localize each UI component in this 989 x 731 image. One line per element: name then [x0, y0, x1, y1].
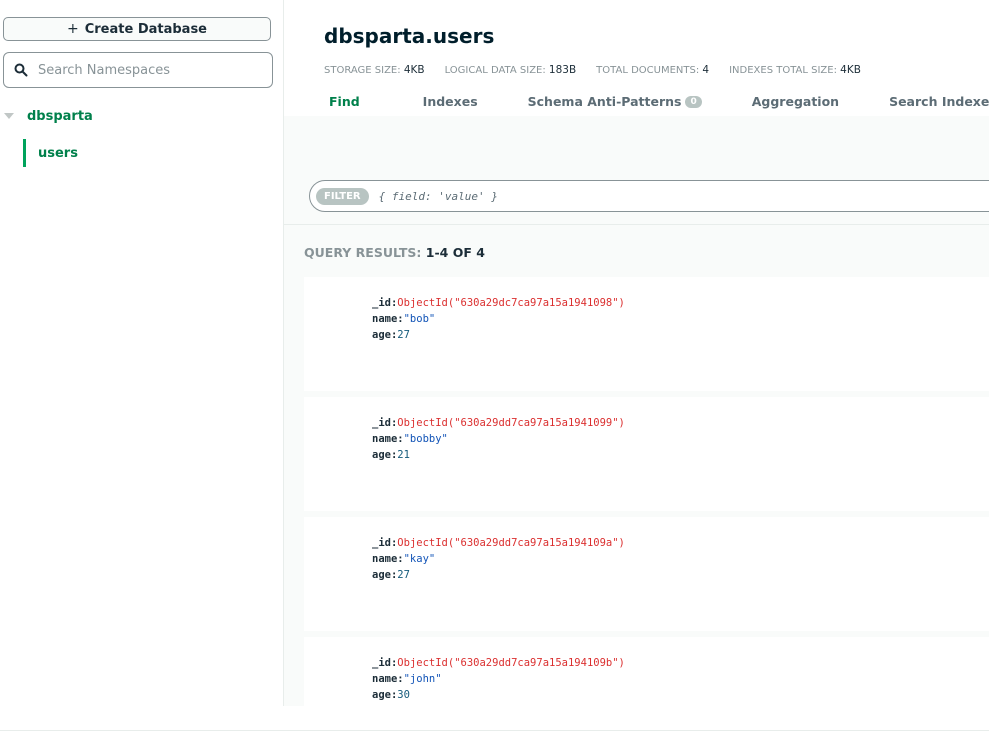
collection-name: users: [38, 145, 78, 161]
field-key: _id:: [372, 417, 398, 429]
tab-find[interactable]: Find: [329, 94, 360, 109]
create-database-label: Create Database: [84, 21, 207, 37]
search-namespaces-input[interactable]: [36, 61, 260, 79]
string-value: "bobby": [403, 433, 448, 445]
number-value: 27: [397, 569, 410, 581]
sidebar-item-dbsparta[interactable]: dbsparta: [0, 106, 283, 126]
tab-label: Search Indexes: [889, 94, 989, 109]
caret-down-icon[interactable]: [4, 113, 14, 119]
create-database-button[interactable]: + Create Database: [3, 17, 271, 41]
query-results-label: QUERY RESULTS: 1-4 OF 4: [304, 245, 485, 260]
stat-value: 4: [702, 64, 710, 76]
stat-total-documents: TOTAL DOCUMENTS: 4: [596, 64, 709, 76]
document-card[interactable]: _id:ObjectId("630a29dd7ca97a15a194109a")…: [304, 517, 989, 631]
stat-label: STORAGE SIZE:: [324, 65, 401, 76]
string-value: "john": [403, 673, 442, 685]
objectid-value: ObjectId("630a29dd7ca97a15a194109a"): [397, 537, 625, 549]
collection-stats: STORAGE SIZE: 4KB LOGICAL DATA SIZE: 183…: [324, 64, 881, 76]
tab-schema-anti-patterns[interactable]: Schema Anti-Patterns 0: [528, 94, 702, 109]
field-key: age:: [372, 569, 398, 581]
field-key: age:: [372, 449, 398, 461]
field-key: name:: [372, 673, 404, 685]
field-key: _id:: [372, 537, 398, 549]
number-value: 30: [397, 689, 410, 701]
field-key: _id:: [372, 657, 398, 669]
stat-label: TOTAL DOCUMENTS:: [596, 65, 700, 76]
results-title: QUERY RESULTS:: [304, 245, 422, 260]
tab-search-indexes[interactable]: Search Indexes: [889, 94, 989, 109]
divider: [284, 224, 989, 225]
stat-storage-size: STORAGE SIZE: 4KB: [324, 64, 425, 76]
document-card[interactable]: _id:ObjectId("630a29dc7ca97a15a1941098")…: [304, 277, 989, 391]
field-key: name:: [372, 553, 404, 565]
database-name: dbsparta: [27, 108, 93, 124]
sidebar-item-users[interactable]: users: [23, 139, 286, 167]
stat-indexes-total-size: INDEXES TOTAL SIZE: 4KB: [729, 64, 861, 76]
search-icon: [14, 63, 28, 77]
stat-label: INDEXES TOTAL SIZE:: [729, 65, 837, 76]
document-card[interactable]: _id:ObjectId("630a29dd7ca97a15a1941099")…: [304, 397, 989, 511]
objectid-value: ObjectId("630a29dd7ca97a15a194109b"): [397, 657, 625, 669]
plus-icon: +: [66, 21, 79, 37]
search-namespaces-field[interactable]: [3, 52, 273, 88]
string-value: "bob": [403, 313, 436, 325]
document-card[interactable]: _id:ObjectId("630a29dd7ca97a15a194109b")…: [304, 637, 989, 706]
count-badge: 0: [685, 95, 702, 108]
field-key: age:: [372, 329, 398, 341]
field-key: age:: [372, 689, 398, 701]
objectid-value: ObjectId("630a29dd7ca97a15a1941099"): [397, 417, 625, 429]
number-value: 27: [397, 329, 410, 341]
collection-tabs: Find Indexes Schema Anti-Patterns 0 Aggr…: [324, 94, 989, 109]
filter-bar[interactable]: FILTER: [309, 180, 989, 212]
tab-indexes[interactable]: Indexes: [423, 94, 478, 109]
field-key: _id:: [372, 297, 398, 309]
stat-value: 183B: [548, 64, 577, 76]
sidebar: + Create Database dbsparta users: [0, 0, 284, 706]
stat-logical-data-size: LOGICAL DATA SIZE: 183B: [445, 64, 577, 76]
string-value: "kay": [403, 553, 436, 565]
main-panel: dbsparta.users STORAGE SIZE: 4KB LOGICAL…: [284, 0, 989, 706]
stat-value: 4KB: [403, 64, 425, 76]
filter-input[interactable]: [376, 188, 941, 204]
page-title: dbsparta.users: [324, 24, 495, 48]
stat-value: 4KB: [840, 64, 861, 76]
stat-label: LOGICAL DATA SIZE:: [444, 65, 546, 76]
objectid-value: ObjectId("630a29dc7ca97a15a1941098"): [397, 297, 625, 309]
results-count: 1-4 OF 4: [425, 245, 485, 260]
tab-aggregation[interactable]: Aggregation: [752, 94, 839, 109]
field-key: name:: [372, 433, 404, 445]
number-value: 21: [397, 449, 410, 461]
filter-label: FILTER: [316, 187, 369, 205]
field-key: name:: [372, 313, 404, 325]
tab-label: Schema Anti-Patterns: [527, 94, 682, 109]
